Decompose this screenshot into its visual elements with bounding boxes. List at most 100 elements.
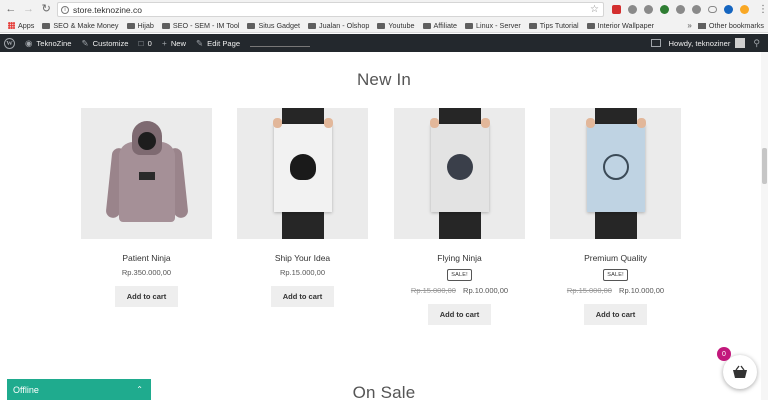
sale-badge: SALE!: [447, 269, 472, 281]
product-name[interactable]: Ship Your Idea: [237, 253, 368, 263]
bookmark-label: Tips Tutorial: [540, 21, 579, 30]
folder-icon: [308, 23, 316, 29]
chevron-up-icon: ⌃: [136, 385, 143, 394]
original-price: Rp.15.000,00: [411, 286, 456, 295]
comments-count: 0: [148, 39, 152, 48]
back-icon[interactable]: ←: [4, 3, 18, 17]
extension-red-icon[interactable]: [612, 5, 621, 14]
product-image-flying-ninja[interactable]: [394, 108, 525, 239]
comment-icon: □: [138, 38, 143, 48]
poster: [587, 124, 645, 212]
poster: [431, 124, 489, 212]
product-image-ship-your-idea[interactable]: [237, 108, 368, 239]
pencil-icon: ✎: [196, 38, 203, 49]
cloud-icon[interactable]: [708, 6, 717, 13]
forward-icon[interactable]: →: [22, 3, 36, 17]
folder-icon: [423, 23, 431, 29]
extension-house-icon[interactable]: [644, 5, 653, 14]
bookmarks-overflow-button[interactable]: »: [687, 21, 691, 30]
product-grid: Patient Ninja Rp.350.000,00 Add to cart …: [81, 108, 681, 348]
howdy-user[interactable]: Howdy, teknoziner: [669, 39, 731, 48]
add-to-cart-button[interactable]: Add to cart: [584, 304, 648, 325]
add-to-cart-button[interactable]: Add to cart: [115, 286, 179, 307]
hand-right: [481, 118, 490, 128]
avatar[interactable]: [735, 38, 745, 48]
page-scrollbar[interactable]: [761, 52, 768, 400]
folder-icon: [42, 23, 50, 29]
new-label: New: [171, 39, 186, 48]
bookmark-folder[interactable]: Jualan - Olshop: [308, 21, 369, 30]
product-name[interactable]: Patient Ninja: [81, 253, 212, 263]
browser-toolbar: ← → ↻ i store.teknozine.co ☆ ⋮: [0, 0, 768, 19]
edit-page-label: Edit Page: [207, 39, 240, 48]
bookmark-folder[interactable]: Tips Tutorial: [529, 21, 579, 30]
admin-bar-field[interactable]: [250, 39, 310, 47]
extension-gear-icon[interactable]: [628, 5, 637, 14]
product-card: Ship Your Idea Rp.15.000,00 Add to cart: [237, 108, 368, 307]
extension-icons: ⋮: [612, 4, 768, 15]
product-name[interactable]: Premium Quality: [550, 253, 681, 263]
extension-doc-icon[interactable]: [676, 5, 685, 14]
address-bar[interactable]: i store.teknozine.co ☆: [57, 2, 604, 17]
current-price: Rp.350.000,00: [122, 268, 171, 277]
extension-green-icon[interactable]: [660, 5, 669, 14]
site-name-label: TeknoZine: [36, 39, 71, 48]
admin-comments[interactable]: □ 0: [138, 38, 151, 48]
screen-icon[interactable]: [651, 39, 661, 47]
bookmark-folder[interactable]: Youtube: [377, 21, 414, 30]
bookmark-folder[interactable]: Affiliate: [423, 21, 457, 30]
bookmark-star-icon[interactable]: ☆: [590, 4, 599, 15]
folder-icon: [529, 23, 537, 29]
chat-offline-bar[interactable]: Offline ⌃: [7, 379, 151, 400]
dashboard-icon: ◉: [25, 38, 32, 49]
bookmark-apps[interactable]: Apps: [8, 21, 34, 30]
floating-cart-button[interactable]: [723, 355, 757, 389]
customize-label: Customize: [93, 39, 129, 48]
sale-badge: SALE!: [603, 269, 628, 281]
bookmarks-bar: Apps SEO & Make Money Hijab SEO - SEM - …: [0, 19, 768, 33]
folder-icon: [698, 23, 706, 29]
product-card: Patient Ninja Rp.350.000,00 Add to cart: [81, 108, 212, 307]
bookmark-label: Youtube: [388, 21, 414, 30]
folder-icon: [162, 23, 170, 29]
search-icon[interactable]: ⚲: [753, 38, 760, 49]
bookmark-label: Linux - Server: [476, 21, 521, 30]
apps-grid-icon: [8, 22, 15, 29]
wp-admin-bar: W ◉ TeknoZine ✎ Customize □ 0 + New ✎ Ed…: [0, 34, 768, 52]
current-price: Rp.10.000,00: [463, 286, 508, 295]
add-to-cart-button[interactable]: Add to cart: [428, 304, 492, 325]
bookmark-folder[interactable]: Hijab: [127, 21, 154, 30]
admin-new[interactable]: + New: [162, 38, 186, 48]
product-image-patient-ninja[interactable]: [81, 108, 212, 239]
add-to-cart-button[interactable]: Add to cart: [271, 286, 335, 307]
other-bookmarks[interactable]: Other bookmarks: [698, 21, 764, 30]
bookmark-folder[interactable]: Linux - Server: [465, 21, 521, 30]
bookmark-folder[interactable]: SEO & Make Money: [42, 21, 118, 30]
bookmark-label: Interior Wallpaper: [598, 21, 654, 30]
plus-icon: +: [162, 38, 167, 48]
folder-icon: [377, 23, 385, 29]
hoodie-opening: [138, 132, 156, 150]
extension-clip-icon[interactable]: [692, 5, 701, 14]
current-price: Rp.10.000,00: [619, 286, 664, 295]
current-price: Rp.15.000,00: [280, 268, 325, 277]
admin-site-name[interactable]: ◉ TeknoZine: [25, 38, 71, 49]
bookmark-folder[interactable]: Interior Wallpaper: [587, 21, 654, 30]
product-name[interactable]: Flying Ninja: [394, 253, 525, 263]
info-icon[interactable]: i: [61, 6, 69, 14]
extension-blue-icon[interactable]: [724, 5, 733, 14]
cart-count-badge: 0: [717, 347, 731, 361]
bookmark-folder[interactable]: Situs Gadget: [247, 21, 300, 30]
reload-icon[interactable]: ↻: [39, 3, 53, 17]
scrollbar-thumb[interactable]: [762, 148, 767, 184]
bookmark-label: Situs Gadget: [258, 21, 300, 30]
product-image-premium-quality[interactable]: [550, 108, 681, 239]
menu-dots-icon[interactable]: ⋮: [758, 4, 768, 15]
admin-edit-page[interactable]: ✎ Edit Page: [196, 38, 240, 49]
wordpress-logo-icon[interactable]: W: [4, 38, 15, 49]
bookmark-folder[interactable]: SEO - SEM - IM Tool: [162, 21, 240, 30]
hand-right: [637, 118, 646, 128]
extension-cookie-icon[interactable]: [740, 5, 749, 14]
admin-customize[interactable]: ✎ Customize: [81, 38, 128, 49]
hand-left: [273, 118, 282, 128]
